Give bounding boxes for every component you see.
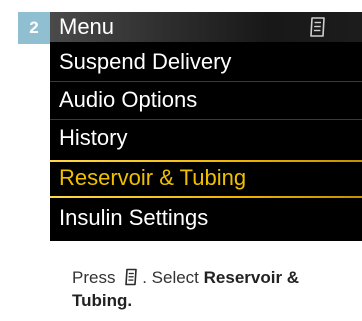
menu-item-label: History	[59, 125, 128, 150]
instruction-middle: . Select	[142, 268, 199, 287]
menu-item-label: Suspend Delivery	[59, 49, 232, 74]
step-number: 2	[29, 18, 39, 37]
screen-title: Menu	[59, 14, 115, 39]
menu-item-label: Audio Options	[59, 87, 198, 112]
menu-item-insulin-settings[interactable]: Insulin Settings	[50, 200, 362, 238]
menu-item-history[interactable]: History	[50, 120, 362, 158]
menu-item-audio-options[interactable]: Audio Options	[50, 82, 362, 120]
menu-item-label: Insulin Settings	[59, 205, 209, 230]
menu-item-suspend-delivery[interactable]: Suspend Delivery	[50, 44, 362, 82]
step-number-badge: 2	[18, 12, 50, 44]
instruction-prefix: Press	[72, 268, 116, 287]
menu-item-label: Reservoir & Tubing	[59, 165, 247, 190]
instruction-text: Press . Select Reservoir & Tubing.	[72, 266, 358, 312]
menu-icon	[123, 268, 139, 286]
pump-screen: Menu Suspend Delivery Audio Options Hist…	[50, 12, 362, 241]
menu-item-reservoir-tubing[interactable]: Reservoir & Tubing	[50, 160, 362, 198]
menu-icon	[307, 16, 329, 38]
screen-header: Menu	[50, 12, 362, 42]
